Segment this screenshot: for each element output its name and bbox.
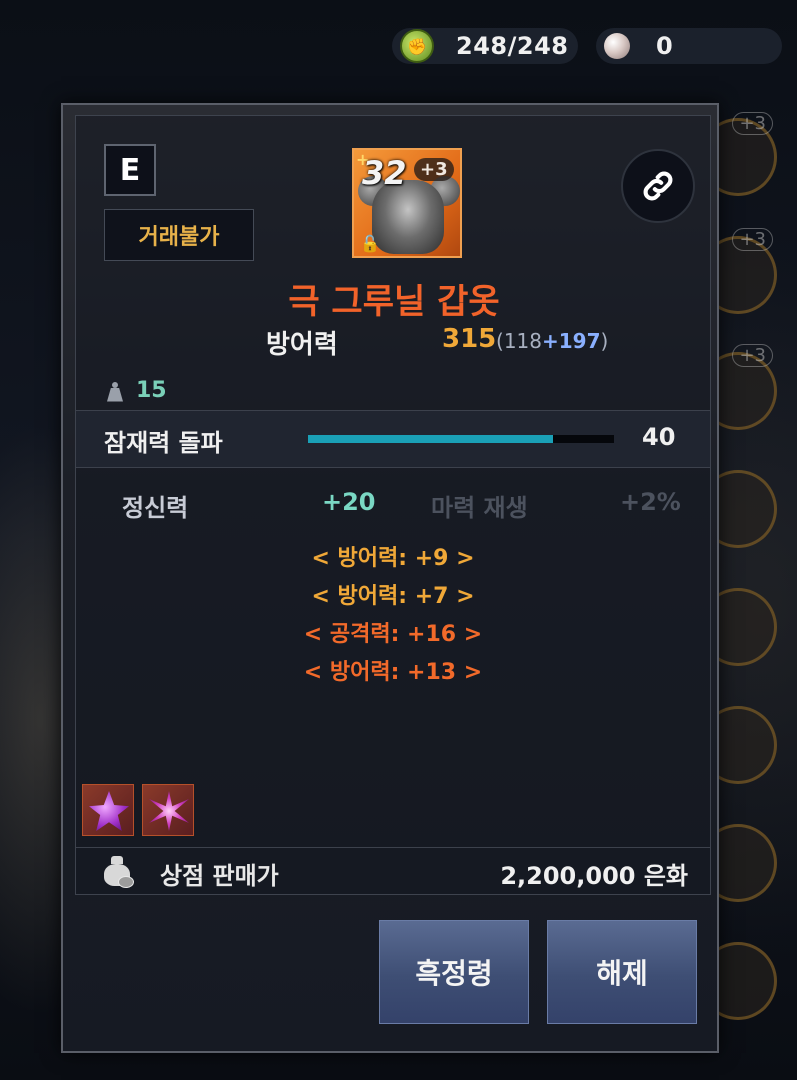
crystal-icon: [89, 791, 129, 831]
sell-price-label: 상점 판매가: [160, 862, 279, 890]
black-spirit-button[interactable]: 흑정령: [379, 920, 529, 1024]
pearl-icon: [604, 33, 630, 59]
pearl-value: 0: [656, 32, 674, 60]
weight-value: 15: [136, 378, 167, 403]
stat-spirit-label: 정신력: [122, 494, 189, 522]
money-bag-icon: [102, 856, 134, 888]
enhance-level: 32: [362, 154, 407, 192]
defense-plus: +197: [542, 329, 601, 353]
stat-spirit-value: +20: [322, 488, 376, 516]
item-tooltip-body: E 거래불가 + 32 +3 🔓 극 그루닐 갑옷 방어력 315 (118+1…: [75, 115, 711, 895]
defense-label: 방어력: [266, 330, 338, 360]
trade-status-badge: 거래불가: [104, 209, 254, 261]
crystal-icon: [149, 791, 189, 831]
potential-row: 잠재력 돌파 40: [76, 411, 710, 467]
shop-sell-price-row: 상점 판매가 2,200,000 은화: [76, 848, 710, 896]
defense-base: 118: [503, 329, 542, 353]
defense-row: 방어력 315 (118+197): [76, 324, 712, 364]
defense-value: 315: [442, 324, 497, 354]
bonus-stat-list: < 방어력: +9 > < 방어력: +7 > < 공격력: +16 > < 방…: [76, 540, 710, 692]
potential-label: 잠재력 돌파: [104, 429, 223, 457]
background-slot-badge: +3: [732, 228, 773, 251]
item-icon: + 32 +3 🔓: [352, 148, 462, 258]
enhance-bonus-badge: +3: [414, 158, 454, 181]
bonus-stat-line: < 방어력: +13 >: [303, 660, 483, 685]
weight-row: 15: [104, 378, 167, 403]
background-slot-badge: +3: [732, 344, 773, 367]
stat-mp-regen-label: 마력 재생: [431, 494, 528, 522]
stat-mp-regen-value: +2%: [620, 488, 681, 516]
sell-price-value: 2,200,000 은화: [500, 862, 688, 890]
release-button[interactable]: 해제: [547, 920, 697, 1024]
potential-value: 40: [642, 423, 676, 451]
item-grade-badge: E: [104, 144, 156, 196]
bonus-stat-line: < 방어력: +7 >: [311, 584, 475, 609]
item-tooltip-panel: E 거래불가 + 32 +3 🔓 극 그루닐 갑옷 방어력 315 (118+1…: [61, 103, 719, 1053]
link-button[interactable]: [621, 149, 695, 223]
background-slot-badge: +3: [732, 112, 773, 135]
pearl-counter: 0: [596, 28, 782, 64]
weight-icon: [104, 380, 126, 402]
divider: [76, 467, 710, 468]
energy-icon: ✊: [400, 29, 434, 63]
unlock-icon: 🔓: [360, 234, 380, 253]
stat-row: 정신력 +20 마력 재생 +2%: [76, 488, 710, 524]
bonus-stat-line: < 공격력: +16 >: [303, 622, 483, 647]
potential-progress-bar: [308, 435, 614, 443]
energy-value: 248/248: [456, 32, 569, 60]
defense-detail: (118+197): [496, 329, 609, 353]
bonus-stat-line: < 방어력: +9 >: [311, 546, 475, 571]
energy-counter: ✊ 248/248: [392, 28, 578, 64]
potential-progress-fill: [308, 435, 553, 443]
socket-crystal-slot[interactable]: [82, 784, 134, 836]
item-name: 극 그루닐 갑옷: [288, 282, 500, 322]
link-icon: [643, 171, 673, 201]
socket-crystal-slot[interactable]: [142, 784, 194, 836]
